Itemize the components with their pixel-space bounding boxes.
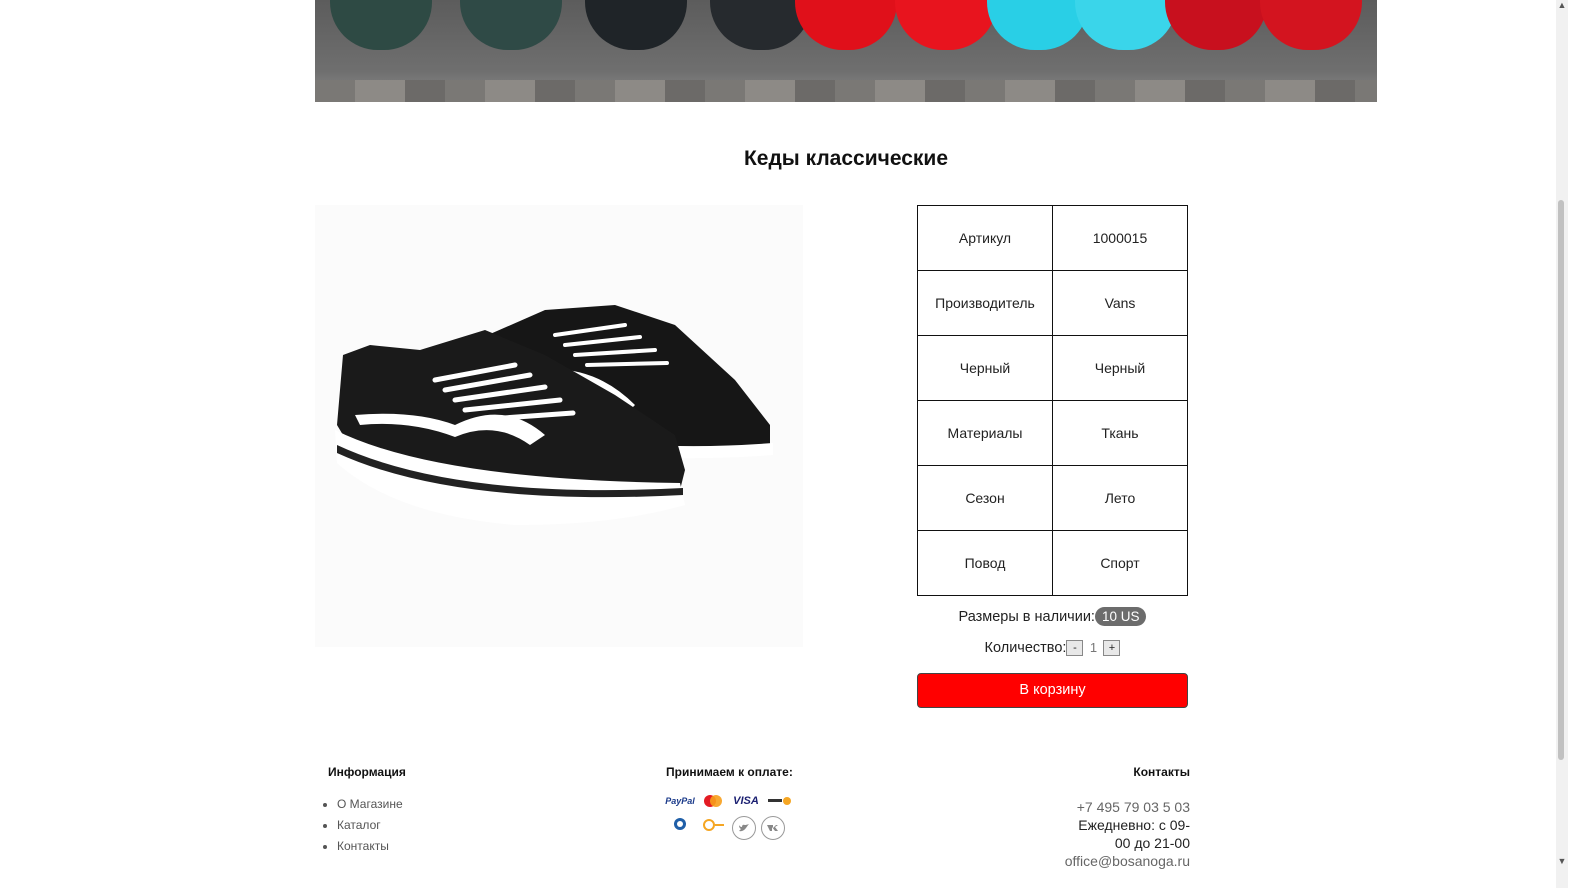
table-row: Материалы Ткань	[917, 400, 1188, 466]
footer-contacts: +7 495 79 03 5 03 Ежедневно: с 09- 00 до…	[1050, 798, 1190, 870]
paypal-icon: PayPal	[665, 796, 695, 806]
table-row: Черный Черный	[917, 335, 1188, 401]
footer-payment-heading: Принимаем к оплате:	[666, 765, 793, 779]
spec-value: Черный	[1052, 335, 1188, 401]
spec-label: Производитель	[917, 270, 1053, 336]
spec-label: Черный	[917, 335, 1053, 401]
spec-label: Артикул	[917, 205, 1053, 271]
scroll-up-arrow-icon[interactable]: ▲	[1556, 0, 1568, 14]
spec-label: Повод	[917, 530, 1053, 596]
vk-icon[interactable]	[761, 816, 785, 840]
yandex-money-icon	[765, 792, 793, 810]
spec-value: Лето	[1052, 465, 1188, 531]
contact-hours-line-1: Ежедневно: с 09-	[1078, 817, 1190, 833]
spec-label: Сезон	[917, 465, 1053, 531]
footer-link-contacts[interactable]: Контакты	[337, 839, 403, 860]
product-image	[315, 205, 803, 647]
contact-email[interactable]: office@bosanoga.ru	[1050, 852, 1190, 870]
footer-link-catalog[interactable]: Каталог	[337, 818, 403, 839]
table-row: Артикул 1000015	[917, 205, 1188, 271]
table-row: Сезон Лето	[917, 465, 1188, 531]
quantity-plus-button[interactable]: +	[1103, 640, 1121, 657]
quantity-value[interactable]: 1	[1083, 640, 1103, 655]
quantity-label: Количество:	[984, 640, 1067, 656]
payment-icons: PayPal VISA	[665, 792, 801, 846]
scroll-down-arrow-icon[interactable]: ▼	[1556, 856, 1568, 870]
footer-info-list: О Магазине Каталог Контакты	[337, 797, 403, 860]
mastercard-icon	[699, 792, 727, 810]
spec-value: Ткань	[1052, 400, 1188, 466]
twitter-icon[interactable]	[732, 816, 756, 840]
table-row: Повод Спорт	[917, 530, 1188, 596]
contact-hours-line-2: 00 до 21-00	[1114, 835, 1190, 851]
footer-contacts-heading: Контакты	[1133, 765, 1190, 779]
footer-info-heading: Информация	[328, 765, 406, 779]
contact-phone[interactable]: +7 495 79 03 5 03	[1050, 798, 1190, 816]
specs-table: Артикул 1000015 Производитель Vans Черны…	[917, 205, 1188, 596]
scroll-thumb[interactable]	[1558, 200, 1564, 760]
size-badge[interactable]: 10 US	[1094, 607, 1147, 626]
sizes-label: Размеры в наличии:	[958, 609, 1095, 625]
quantity-minus-button[interactable]: -	[1066, 640, 1084, 657]
qiwi-icon	[699, 816, 727, 834]
quantity-stepper: Количество: -1 +	[917, 640, 1188, 657]
page-scrollbar[interactable]: ▲ ▼	[1556, 0, 1568, 888]
spec-value: Vans	[1052, 270, 1188, 336]
product-title: Кеды классические	[743, 147, 949, 170]
webmoney-icon	[666, 816, 694, 834]
visa-icon: VISA	[733, 795, 759, 807]
footer-link-about[interactable]: О Магазине	[337, 797, 403, 818]
table-row: Производитель Vans	[917, 270, 1188, 336]
spec-value: 1000015	[1052, 205, 1188, 271]
spec-label: Материалы	[917, 400, 1053, 466]
spec-value: Спорт	[1052, 530, 1188, 596]
add-to-cart-button[interactable]: В корзину	[917, 673, 1188, 708]
sizes-available: Размеры в наличии: 10 US	[917, 607, 1188, 626]
banner-image	[315, 0, 1377, 102]
